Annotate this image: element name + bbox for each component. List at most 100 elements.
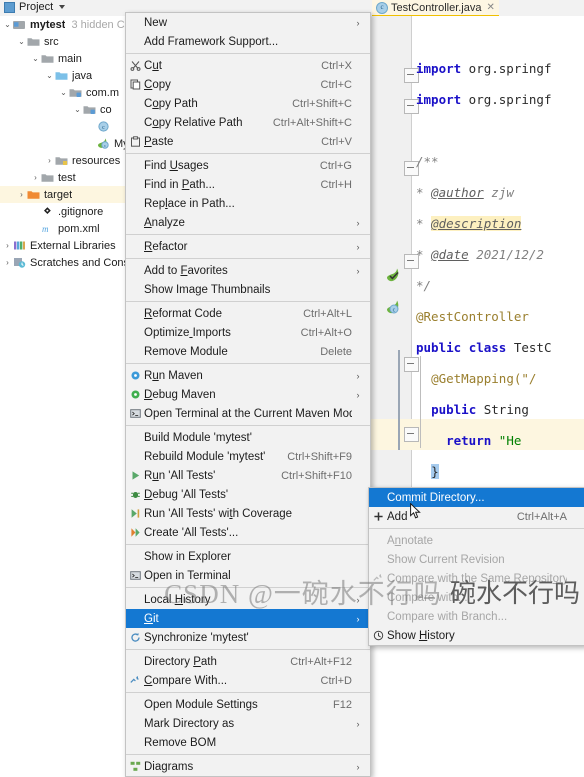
menu-item-replace-in-path[interactable]: Replace in Path... — [126, 194, 370, 213]
menu-item-open-terminal-at-the-current-maven-module-path[interactable]: Open Terminal at the Current Maven Modul… — [126, 404, 370, 423]
menu-item-debug-all-tests[interactable]: Debug 'All Tests' — [126, 485, 370, 504]
code-line-12: return "He — [446, 433, 522, 448]
chevron-down-icon[interactable]: ⌄ — [30, 54, 41, 63]
chevron-right-icon[interactable]: › — [2, 241, 13, 250]
menu-item-label: Copy — [144, 78, 171, 91]
menu-item-shortcut: Ctrl+D — [320, 674, 352, 687]
paste-icon — [126, 136, 144, 147]
context-menu[interactable]: New › Add Framework Support... Cut Ctrl+X Cop… — [125, 12, 371, 777]
menu-item-add-to-favorites[interactable]: Add to Favorites › — [126, 261, 370, 280]
chevron-right-icon[interactable]: › — [2, 258, 13, 267]
mouse-cursor — [410, 503, 421, 519]
menu-item-shortcut: Ctrl+V — [321, 135, 352, 148]
menu-item-build-module-mytest[interactable]: Build Module 'mytest' — [126, 428, 370, 447]
editor-tab-label: TestController.java — [391, 1, 482, 14]
menu-item-find-usages[interactable]: Find Usages Ctrl+G — [126, 156, 370, 175]
menu-item-compare-with[interactable]: Compare With... Ctrl+D — [126, 671, 370, 690]
menu-item-open-module-settings[interactable]: Open Module Settings F12 — [126, 695, 370, 714]
menu-item-synchronize-mytest[interactable]: Synchronize 'mytest' — [126, 628, 370, 647]
menu-item-label: Copy Path — [144, 97, 198, 110]
menu-item-label: Annotate — [387, 534, 434, 547]
menu-item-copy-relative-path[interactable]: Copy Relative Path Ctrl+Alt+Shift+C — [126, 113, 370, 132]
close-icon[interactable]: ✕ — [487, 2, 495, 13]
menu-separator — [126, 258, 370, 259]
menu-item-remove-module[interactable]: Remove Module Delete — [126, 342, 370, 361]
chevron-right-icon[interactable]: › — [44, 156, 55, 165]
menu-item-show-image-thumbnails[interactable]: Show Image Thumbnails — [126, 280, 370, 299]
menu-item-copy-path[interactable]: Copy Path Ctrl+Shift+C — [126, 94, 370, 113]
chevron-down-icon[interactable]: ⌄ — [58, 88, 69, 97]
menu-item-label: Commit Directory... — [387, 491, 485, 504]
chevron-right-icon: › — [356, 389, 360, 400]
menu-item-label: Show Current Revision — [387, 553, 505, 566]
project-tool-window-button[interactable]: Project — [4, 1, 66, 13]
menu-item-label: Open Terminal at the Current Maven Modul… — [144, 407, 352, 420]
code-line-2: import org.springf — [416, 92, 552, 107]
menu-item-label: Show Image Thumbnails — [144, 283, 271, 296]
menu-item-analyze[interactable]: Analyze › — [126, 213, 370, 232]
menu-item-new[interactable]: New › — [126, 13, 370, 32]
chevron-right-icon[interactable]: › — [30, 173, 41, 182]
menu-item-show-current-revision: Show Current Revision — [369, 550, 584, 569]
menu-item-optimize-imports[interactable]: Optimize Imports Ctrl+Alt+O — [126, 323, 370, 342]
copy-icon — [126, 79, 144, 90]
menu-item-debug-maven[interactable]: Debug Maven › — [126, 385, 370, 404]
spring-class-gutter-icon[interactable]: c — [384, 298, 402, 316]
menu-item-mark-directory-as[interactable]: Mark Directory as › — [126, 714, 370, 733]
code-line-11: public String — [431, 402, 529, 417]
sync-icon — [126, 632, 144, 643]
tree-row-label: com.m — [86, 86, 119, 99]
menu-item-add-framework-support[interactable]: Add Framework Support... — [126, 32, 370, 51]
menu-item-label: Optimize Imports — [144, 326, 231, 339]
menu-item-diagrams[interactable]: Diagrams › — [126, 757, 370, 776]
menu-item-label: Rebuild Module 'mytest' — [144, 450, 266, 463]
menu-separator — [126, 301, 370, 302]
chevron-down-icon[interactable] — [59, 5, 66, 9]
menu-item-shortcut: Ctrl+G — [319, 159, 352, 172]
svg-text:c: c — [393, 307, 396, 313]
menu-item-commit-directory[interactable]: Commit Directory... — [369, 488, 584, 507]
menu-item-label: Open Module Settings — [144, 698, 258, 711]
run-icon — [126, 470, 144, 481]
menu-item-add[interactable]: Add Ctrl+Alt+A — [369, 507, 584, 526]
menu-item-run-all-tests-with-coverage[interactable]: Run 'All Tests' with Coverage — [126, 504, 370, 523]
menu-item-show-history[interactable]: Show History — [369, 626, 584, 645]
chevron-right-icon: › — [356, 594, 360, 605]
menu-item-copy[interactable]: Copy Ctrl+C — [126, 75, 370, 94]
menu-item-rebuild-module-mytest[interactable]: Rebuild Module 'mytest' Ctrl+Shift+F9 — [126, 447, 370, 466]
project-icon — [4, 1, 15, 13]
menu-item-label: Add Framework Support... — [144, 35, 279, 48]
git-submenu[interactable]: Commit Directory... Add Ctrl+Alt+A Annotate… — [368, 487, 584, 646]
menu-item-reformat-code[interactable]: Reformat Code Ctrl+Alt+L — [126, 304, 370, 323]
menu-item-paste[interactable]: Paste Ctrl+V — [126, 132, 370, 151]
chevron-right-icon[interactable]: › — [16, 190, 27, 199]
menu-item-create-all-tests[interactable]: Create 'All Tests'... — [126, 523, 370, 542]
menu-separator — [126, 153, 370, 154]
chevron-down-icon[interactable]: ⌄ — [16, 37, 27, 46]
spring-bean-icon[interactable] — [384, 266, 402, 284]
menu-item-remove-bom[interactable]: Remove BOM — [126, 733, 370, 752]
menu-item-run-all-tests[interactable]: Run 'All Tests' Ctrl+Shift+F10 — [126, 466, 370, 485]
menu-item-label: Reformat Code — [144, 307, 222, 320]
chevron-down-icon[interactable]: ⌄ — [2, 20, 13, 29]
menu-item-find-in-path[interactable]: Find in Path... Ctrl+H — [126, 175, 370, 194]
menu-item-show-in-explorer[interactable]: Show in Explorer — [126, 547, 370, 566]
menu-item-cut[interactable]: Cut Ctrl+X — [126, 56, 370, 75]
plus-icon — [369, 511, 387, 522]
menu-item-shortcut: Ctrl+Alt+A — [516, 510, 567, 523]
menu-item-label: Debug 'All Tests' — [144, 488, 229, 501]
tree-row-label: pom.xml — [58, 222, 100, 235]
editor-tab-testcontroller[interactable]: c TestController.java ✕ — [372, 0, 499, 17]
menu-item-run-maven[interactable]: Run Maven › — [126, 366, 370, 385]
tree-row-label: java — [72, 69, 93, 82]
folder-icon — [41, 53, 54, 64]
chevron-down-icon[interactable]: ⌄ — [72, 105, 83, 114]
menu-item-directory-path[interactable]: Directory Path Ctrl+Alt+F12 — [126, 652, 370, 671]
menu-item-open-in-terminal[interactable]: Open in Terminal — [126, 566, 370, 585]
menu-item-label: Open in Terminal — [144, 569, 231, 582]
chevron-down-icon[interactable]: ⌄ — [44, 71, 55, 80]
menu-item-refactor[interactable]: Refactor › — [126, 237, 370, 256]
code-line-6: * @date 2021/12/2 — [416, 247, 544, 262]
menu-item-local-history[interactable]: Local History › — [126, 590, 370, 609]
menu-item-git[interactable]: Git › — [126, 609, 370, 628]
